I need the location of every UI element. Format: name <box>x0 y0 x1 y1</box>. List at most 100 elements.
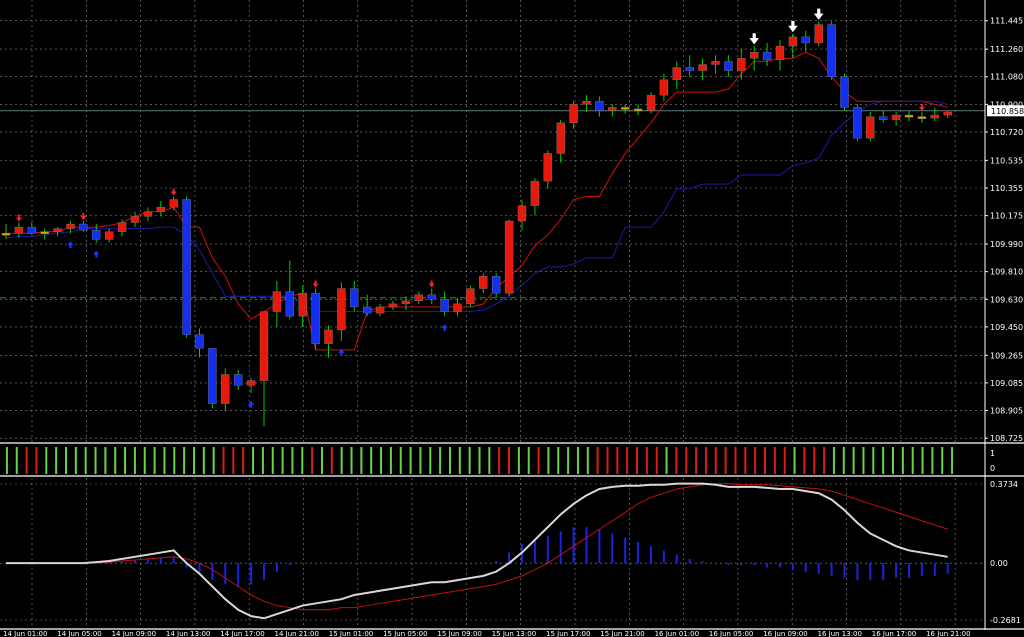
osc-tick-label: -0.2681 <box>990 616 1021 625</box>
candle-body <box>543 153 552 182</box>
price-tick-label: 110.175 <box>990 212 1023 221</box>
candle-body <box>621 107 630 110</box>
candle-body <box>698 64 707 71</box>
candle-body <box>582 101 591 105</box>
time-tick-label: 15 Jun 01:00 <box>329 630 373 637</box>
candle-body <box>608 107 617 111</box>
candle-body <box>453 303 462 312</box>
candle-body <box>672 67 681 81</box>
candle-body <box>750 51 759 59</box>
price-tick-label: 110.355 <box>990 184 1023 193</box>
time-tick-label: 16 Jun 01:00 <box>655 630 699 637</box>
candle-body <box>853 107 862 139</box>
candle-body <box>492 276 501 294</box>
candle-body <box>388 303 398 308</box>
candle-body <box>530 180 540 206</box>
candle-body <box>440 299 449 312</box>
candle-body <box>659 79 669 96</box>
candle-body <box>414 294 423 302</box>
price-tick-label: 109.990 <box>990 240 1023 249</box>
time-tick-label: 15 Jun 21:00 <box>600 630 644 637</box>
candle-body <box>195 334 204 349</box>
price-tick-label: 110.720 <box>990 128 1023 137</box>
candle-body <box>156 206 166 212</box>
candle-body <box>143 211 153 217</box>
chart-background <box>0 0 1024 637</box>
candle-body <box>311 292 320 344</box>
candle-body <box>801 36 810 44</box>
candle-body <box>788 36 798 47</box>
price-tick-label: 109.810 <box>990 268 1023 277</box>
candle-body <box>246 380 256 386</box>
candle-body <box>711 61 720 65</box>
candle-body <box>337 288 346 331</box>
price-tick-label: 109.265 <box>990 351 1023 360</box>
time-tick-label: 14 Jun 17:00 <box>220 630 264 637</box>
time-tick-label: 16 Jun 17:00 <box>872 630 916 637</box>
candle-body <box>363 306 372 314</box>
candle-body <box>879 116 888 120</box>
candle-body <box>775 45 785 61</box>
candle-body <box>14 226 24 234</box>
candle-body <box>40 231 49 234</box>
candle-body <box>350 288 359 308</box>
current-price-box: 110.858 <box>987 105 1024 117</box>
candle-body <box>375 306 385 314</box>
candle-body <box>891 114 901 120</box>
candle-body <box>479 276 488 289</box>
time-tick-label: 16 Jun 21:00 <box>926 630 970 637</box>
price-tick-label: 109.630 <box>990 295 1023 304</box>
current-price-label: 110.858 <box>991 107 1024 116</box>
candle-body <box>943 111 952 116</box>
price-tick-label: 109.085 <box>990 379 1023 388</box>
price-tick-label: 108.905 <box>990 407 1023 416</box>
candle-body <box>840 76 849 108</box>
strip-tick-label: 0 <box>990 464 995 473</box>
price-tick-label: 110.535 <box>990 156 1023 165</box>
candle-body <box>130 216 140 223</box>
time-tick-label: 16 Jun 05:00 <box>709 630 753 637</box>
candle-body <box>827 24 836 77</box>
candle-body <box>762 51 772 61</box>
candle-body <box>66 223 75 229</box>
time-tick-label: 15 Jun 09:00 <box>437 630 481 637</box>
candle-body <box>79 223 88 231</box>
candle-body <box>917 116 927 119</box>
candle-body <box>569 104 578 123</box>
candle-body <box>595 101 604 111</box>
price-tick-label: 111.260 <box>990 45 1023 54</box>
time-tick-label: 14 Jun 21:00 <box>275 630 319 637</box>
candle-body <box>233 374 243 386</box>
candle-body <box>324 329 333 344</box>
candle-body <box>221 374 230 404</box>
candle-body <box>466 288 475 305</box>
candle-body <box>866 116 875 139</box>
candle-body <box>930 114 939 119</box>
candle-body <box>401 300 411 305</box>
time-tick-label: 14 Jun 09:00 <box>112 630 156 637</box>
candle-body <box>427 294 436 300</box>
time-tick-label: 14 Jun 05:00 <box>57 630 101 637</box>
price-tick-label: 108.725 <box>990 434 1023 443</box>
time-tick-label: 14 Jun 13:00 <box>166 630 210 637</box>
strip-tick-label: 1 <box>990 449 995 458</box>
osc-tick-label: 0.3734 <box>990 480 1018 489</box>
candle-body <box>724 61 733 71</box>
candle-body <box>646 94 656 111</box>
candle-body <box>556 122 565 154</box>
time-tick-label: 15 Jun 05:00 <box>383 630 427 637</box>
candle-body <box>169 199 178 208</box>
candle-body <box>182 199 191 335</box>
price-tick-label: 111.445 <box>990 17 1023 26</box>
candle-body <box>272 291 282 312</box>
candle-body <box>517 205 527 222</box>
time-tick-label: 15 Jun 17:00 <box>546 630 590 637</box>
candle-body <box>685 67 694 71</box>
candle-body <box>298 292 307 317</box>
time-tick-label: 14 Jun 01:00 <box>3 630 47 637</box>
candle-body <box>504 220 514 294</box>
candle-body <box>92 230 101 240</box>
candle-body <box>285 291 294 317</box>
time-tick-label: 16 Jun 09:00 <box>763 630 807 637</box>
trading-chart[interactable]: 111.445111.260111.080110.900110.720110.5… <box>0 0 1024 637</box>
